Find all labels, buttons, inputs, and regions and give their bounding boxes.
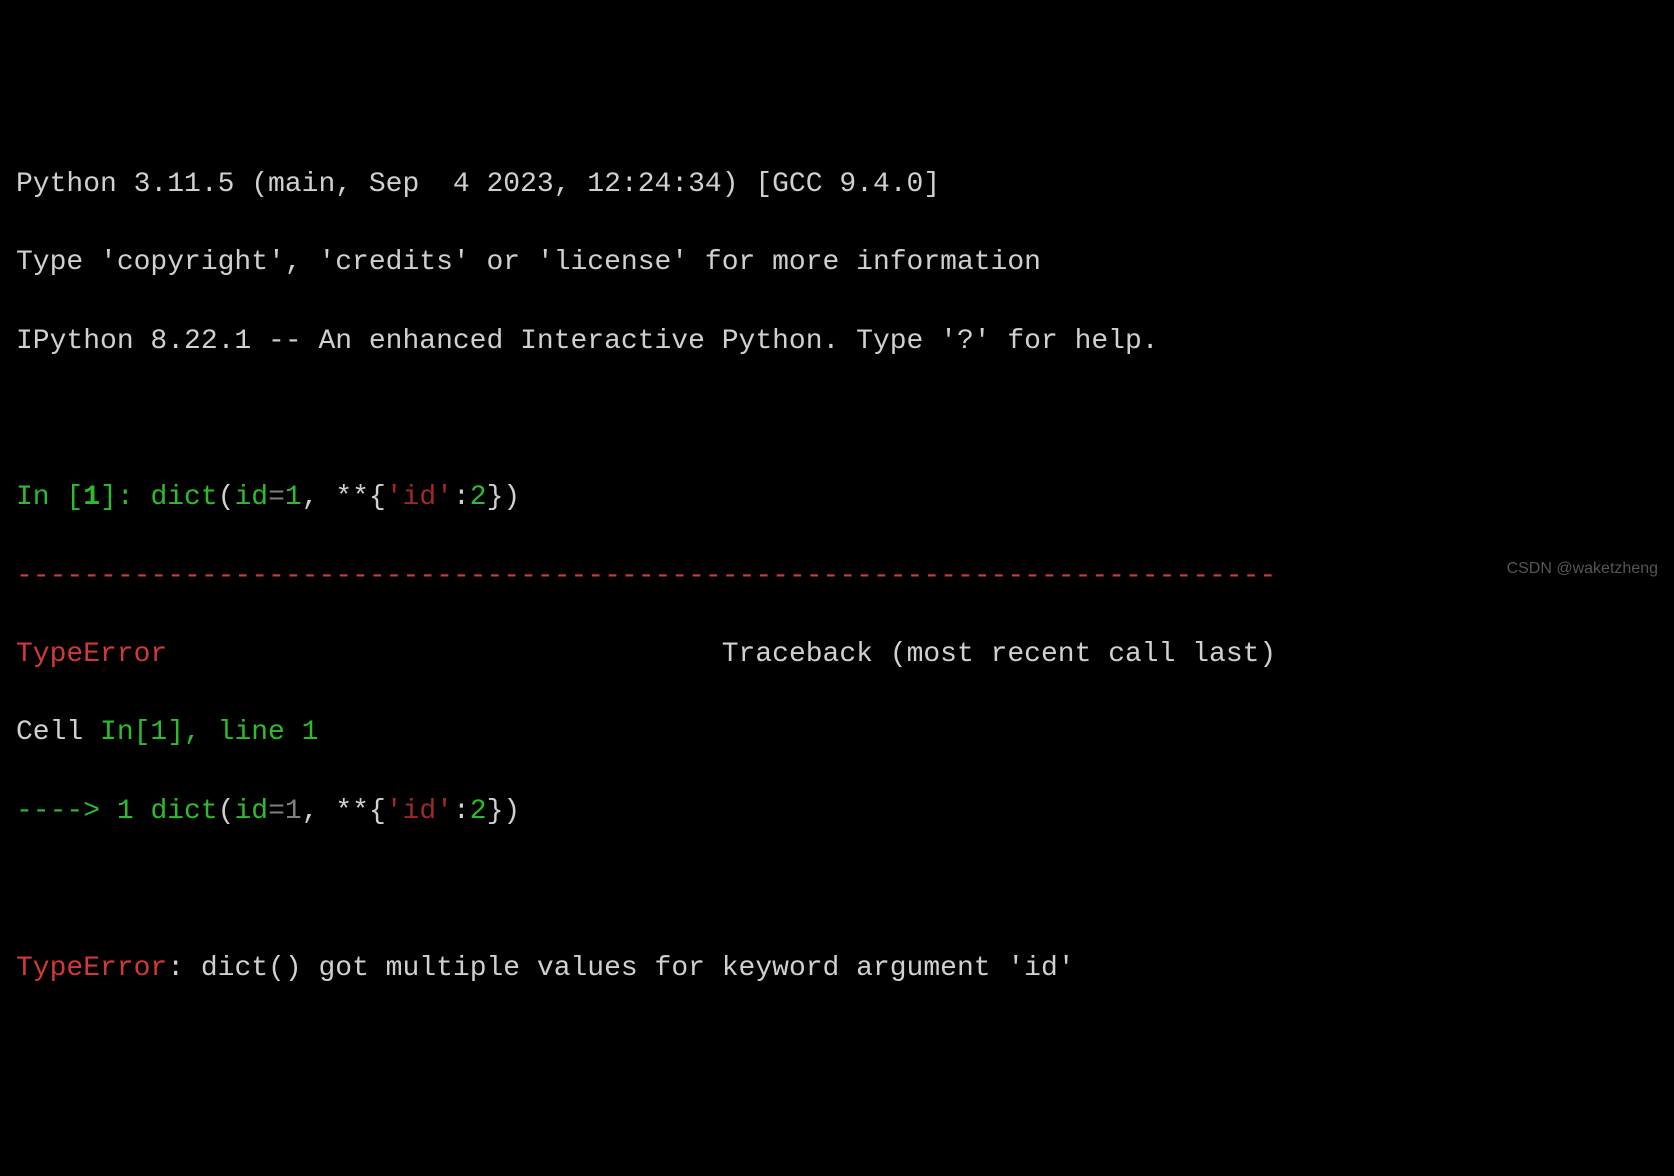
- error-type: TypeError: [16, 639, 167, 670]
- in-prompt-num: 1: [83, 482, 100, 513]
- error-message-line: TypeError: dict() got multiple values fo…: [16, 949, 1658, 988]
- arrow-icon: ---->: [16, 796, 117, 827]
- error-header-line: TypeError Traceback (most recent call la…: [16, 635, 1658, 674]
- in-prompt-label: In [: [16, 482, 83, 513]
- python-version-line: Python 3.11.5 (main, Sep 4 2023, 12:24:3…: [16, 165, 1658, 204]
- separator-line: ----------------------------------------…: [16, 557, 1658, 596]
- in-prompt-close: ]:: [100, 482, 150, 513]
- cell-ref-line: Cell In[1], line 1: [16, 713, 1658, 752]
- traceback-code-line: ----> 1 dict(id=1, **{'id':2}): [16, 792, 1658, 831]
- ipython-version-line: IPython 8.22.1 -- An enhanced Interactiv…: [16, 322, 1658, 361]
- error-message: dict() got multiple values for keyword a…: [201, 953, 1075, 984]
- input-prompt-line[interactable]: In [1]: dict(id=1, **{'id':2}): [16, 478, 1658, 517]
- traceback-label: [167, 639, 722, 670]
- dict-func: dict: [150, 482, 217, 513]
- blank-line: [16, 400, 1658, 439]
- cell-ref: In[1]: [100, 717, 184, 748]
- blank-line-2: [16, 870, 1658, 909]
- copyright-line: Type 'copyright', 'credits' or 'license'…: [16, 243, 1658, 282]
- watermark: CSDN @waketzheng: [1507, 558, 1658, 580]
- error-type-2: TypeError: [16, 953, 167, 984]
